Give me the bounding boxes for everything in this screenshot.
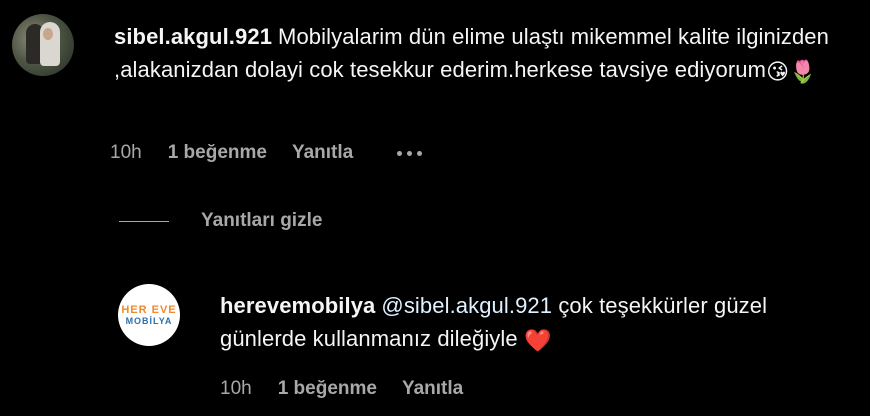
brand-logo-top: HER EVE — [121, 303, 177, 316]
brand-avatar[interactable]: HER EVE MOBİLYA — [118, 284, 180, 346]
comment-text-block: sibel.akgul.921 Mobilyalarim dün elime ul… — [114, 20, 849, 88]
reply-mention[interactable]: @sibel.akgul.921 — [381, 293, 552, 318]
dot — [407, 150, 413, 156]
comment-time[interactable]: 10h — [110, 142, 142, 164]
comment-likes[interactable]: 1 beğenme — [168, 142, 267, 164]
avatar-face — [43, 28, 53, 40]
reply-body: herevemobilya @sibel.akgul.921 çok teşekk… — [220, 289, 850, 357]
heart-emoji: ❤️ — [523, 328, 552, 353]
toggle-divider-line — [119, 220, 169, 222]
reply-meta: 10h 1 beğenme Yanıtla — [220, 378, 507, 400]
more-dots-icon[interactable] — [397, 143, 423, 163]
reply-button[interactable]: Yanıtla — [292, 142, 353, 164]
hide-replies-toggle[interactable]: Yanıtları gizle — [119, 210, 322, 232]
dot — [417, 150, 423, 156]
dot — [397, 150, 403, 156]
hide-replies-label[interactable]: Yanıtları gizle — [201, 210, 322, 232]
reply-text-block: herevemobilya @sibel.akgul.921 çok teşekk… — [220, 289, 850, 357]
reply-time[interactable]: 10h — [220, 378, 252, 400]
comment-emoji: 😘🌷 — [766, 59, 817, 84]
brand-logo-bottom: MOBİLYA — [125, 315, 173, 326]
comment-body: sibel.akgul.921 Mobilyalarim dün elime ul… — [114, 20, 849, 88]
reply-likes[interactable]: 1 beğenme — [278, 378, 377, 400]
reply-reply-button[interactable]: Yanıtla — [402, 378, 463, 400]
reply-username[interactable]: herevemobilya — [220, 293, 375, 318]
user-avatar[interactable] — [12, 14, 74, 76]
comment-username[interactable]: sibel.akgul.921 — [114, 24, 272, 49]
comment-meta: 10h 1 beğenme Yanıtla — [110, 142, 423, 164]
